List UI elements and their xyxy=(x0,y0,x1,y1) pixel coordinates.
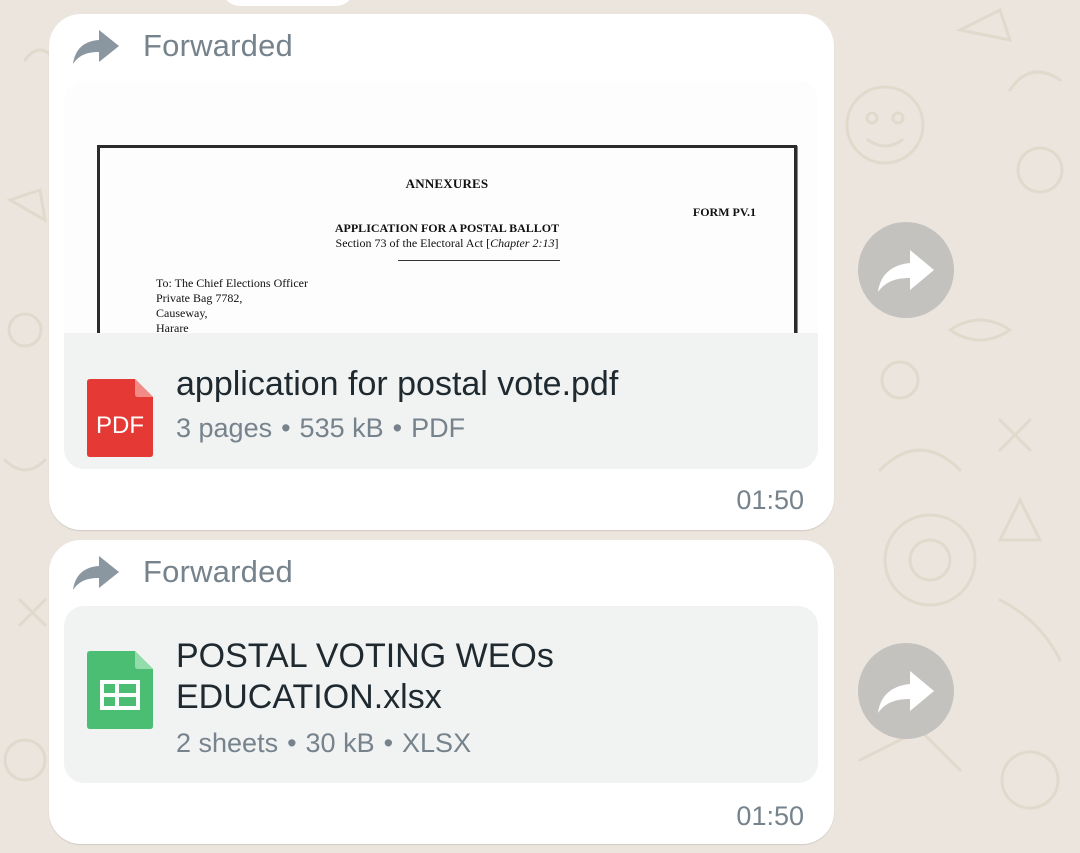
message-bubble-xlsx[interactable]: Forwarded POSTAL VOTING WEOs EDUCATION.x… xyxy=(49,540,834,844)
spreadsheet-file-icon xyxy=(87,651,153,734)
forward-share-button[interactable] xyxy=(858,643,954,739)
doc-address: To: The Chief Elections Officer Private … xyxy=(156,276,309,333)
doc-subtitle: Section 73 of the Electoral Act [Chapter… xyxy=(335,236,559,250)
message-timestamp: 01:50 xyxy=(736,485,804,515)
message-bubble-pdf[interactable]: Forwarded ANNEXURES FORM PV.1 APPLICATIO… xyxy=(49,14,834,530)
share-forward-icon xyxy=(878,671,934,713)
previous-message-bubble-edge xyxy=(222,0,354,6)
file-attachment-card[interactable]: POSTAL VOTING WEOs EDUCATION.xlsx 2 shee… xyxy=(64,606,818,783)
forwarded-indicator: Forwarded xyxy=(71,550,293,594)
forwarded-arrow-icon xyxy=(73,30,119,64)
document-page: ANNEXURES FORM PV.1 APPLICATION FOR A PO… xyxy=(97,145,797,333)
file-meta: 2 sheets • 30 kB • XLSX xyxy=(176,728,472,758)
file-attachment-card[interactable]: PDF application for postal vote.pdf 3 pa… xyxy=(64,333,818,469)
doc-divider xyxy=(398,260,560,261)
doc-heading: ANNEXURES xyxy=(405,176,489,191)
forwarded-label: Forwarded xyxy=(143,554,293,589)
doc-form-number: FORM PV.1 xyxy=(692,205,756,219)
pdf-page-preview[interactable]: ANNEXURES FORM PV.1 APPLICATION FOR A PO… xyxy=(64,81,818,333)
svg-text:PDF: PDF xyxy=(96,412,144,439)
file-name: application for postal vote.pdf xyxy=(176,365,619,403)
file-name: POSTAL VOTING WEOs EDUCATION.xlsx xyxy=(176,637,554,716)
file-meta: 3 pages • 535 kB • PDF xyxy=(176,413,466,443)
forward-share-button[interactable] xyxy=(858,222,954,318)
forwarded-indicator: Forwarded xyxy=(71,24,293,68)
share-forward-icon xyxy=(878,250,934,292)
forwarded-label: Forwarded xyxy=(143,28,293,63)
pdf-file-icon: PDF xyxy=(87,379,153,462)
forwarded-arrow-icon xyxy=(73,556,119,590)
doc-title: APPLICATION FOR A POSTAL BALLOT xyxy=(334,221,560,235)
message-timestamp: 01:50 xyxy=(736,801,804,831)
